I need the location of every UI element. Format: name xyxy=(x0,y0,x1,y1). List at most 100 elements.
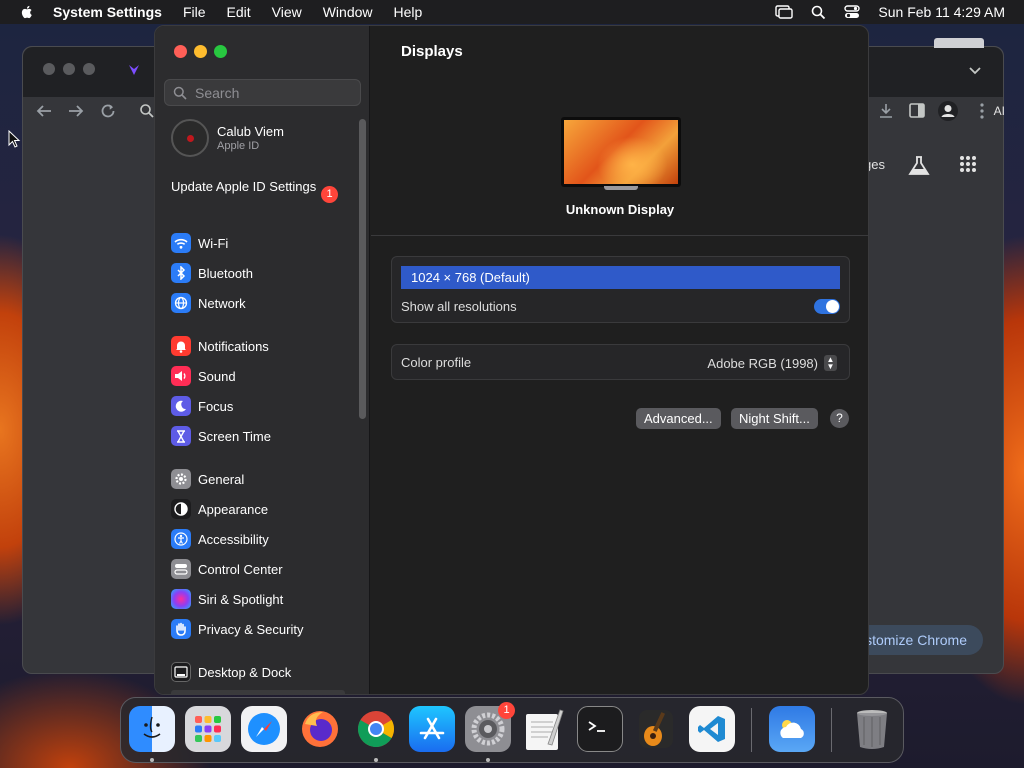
side-panel-icon[interactable] xyxy=(909,103,925,118)
sidebar-item-siri-spotlight[interactable]: Siri & Spotlight xyxy=(171,588,283,610)
update-apple-id-item[interactable]: Update Apple ID Settings xyxy=(171,179,341,195)
firefox-icon[interactable] xyxy=(297,706,343,752)
sidebar-item-label: Privacy & Security xyxy=(198,621,304,637)
popup-stepper-icon: ▲ ▼ xyxy=(824,355,837,371)
search-placeholder: Search xyxy=(195,84,240,101)
zoom-button[interactable] xyxy=(214,45,227,58)
sidebar-item-privacy-security[interactable]: Privacy & Security xyxy=(171,618,303,640)
apple-icon[interactable] xyxy=(19,4,35,20)
color-profile-value: Adobe RGB (1998) xyxy=(707,355,818,371)
profile-avatar-icon[interactable] xyxy=(937,100,959,122)
finder-icon[interactable] xyxy=(129,706,175,752)
control-center-icon[interactable] xyxy=(844,5,861,19)
apple-id-profile[interactable]: Calub Viem Apple ID xyxy=(171,119,284,157)
sidebar-item-label: Notifications xyxy=(198,338,269,354)
color-profile-group: Color profile Adobe RGB (1998) ▲ ▼ xyxy=(391,344,850,380)
speaker-icon xyxy=(171,366,191,386)
advanced-button[interactable]: Advanced... xyxy=(636,408,721,429)
screen-mirroring-icon[interactable] xyxy=(775,5,794,19)
sidebar-item-label: Sound xyxy=(198,368,236,384)
page-title: Displays xyxy=(401,43,463,60)
tab-favicon-icon xyxy=(129,65,139,75)
weather-icon[interactable] xyxy=(769,706,815,752)
sidebar-search-input[interactable]: Search xyxy=(164,79,361,106)
settings-sidebar: Search Calub Viem Apple ID Update Apple … xyxy=(155,26,370,694)
night-shift-button[interactable]: Night Shift... xyxy=(731,408,818,429)
menu-view[interactable]: View xyxy=(272,4,302,20)
hand-icon xyxy=(171,619,191,639)
app-store-icon[interactable] xyxy=(409,706,455,752)
menu-datetime[interactable]: Sun Feb 11 4:29 AM xyxy=(878,4,1005,20)
search-icon xyxy=(173,86,187,100)
forward-arrow-icon[interactable] xyxy=(67,103,85,119)
textedit-icon[interactable] xyxy=(521,706,567,752)
spotlight-search-icon[interactable] xyxy=(811,5,826,20)
google-apps-icon[interactable] xyxy=(959,155,977,173)
sidebar-item-wifi[interactable]: Wi-Fi xyxy=(171,232,228,254)
dock-divider-2 xyxy=(831,708,832,752)
safari-icon[interactable] xyxy=(241,706,287,752)
sidebar-item-accessibility[interactable]: Accessibility xyxy=(171,528,269,550)
sidebar-item-partial xyxy=(171,690,345,694)
display-thumbnail[interactable] xyxy=(561,117,681,187)
chrome-running-dot xyxy=(374,758,378,762)
menu-window[interactable]: Window xyxy=(323,4,373,20)
sidebar-scrollbar[interactable] xyxy=(359,119,366,419)
sidebar-item-notifications[interactable]: Notifications xyxy=(171,335,269,357)
sidebar-item-sound[interactable]: Sound xyxy=(171,365,236,387)
sidebar-item-label: Network xyxy=(198,295,246,311)
minimize-button[interactable] xyxy=(194,45,207,58)
show-all-resolutions-toggle[interactable] xyxy=(814,299,840,314)
garageband-icon[interactable] xyxy=(633,706,679,752)
chrome-zoom-button[interactable] xyxy=(83,63,95,75)
sidebar-item-label: Bluetooth xyxy=(198,265,253,281)
bell-icon xyxy=(171,336,191,356)
chrome-minimize-button[interactable] xyxy=(63,63,75,75)
terminal-icon[interactable] xyxy=(577,706,623,752)
divider xyxy=(371,235,868,236)
tab-search-chevron-icon[interactable] xyxy=(969,67,981,75)
chrome-titlebar-edge xyxy=(934,38,984,48)
back-arrow-icon[interactable] xyxy=(35,103,53,119)
gear-icon xyxy=(171,469,191,489)
sidebar-item-screen-time[interactable]: Screen Time xyxy=(171,425,271,447)
sidebar-item-label: General xyxy=(198,471,245,487)
launchpad-icon[interactable] xyxy=(185,706,231,752)
reload-icon[interactable] xyxy=(99,102,117,120)
chrome-close-button[interactable] xyxy=(43,63,55,75)
sidebar-item-label: Wi-Fi xyxy=(198,235,229,251)
settings-running-dot xyxy=(486,758,490,762)
sidebar-item-network[interactable]: Network xyxy=(171,292,246,314)
resolution-option-selected[interactable]: 1024 × 768 (Default) xyxy=(401,266,840,289)
chrome-app-icon[interactable] xyxy=(353,706,399,752)
menu-app-name[interactable]: System Settings xyxy=(53,4,162,20)
resolution-group: 1024 × 768 (Default) Show all resolution… xyxy=(391,256,850,323)
menu-file[interactable]: File xyxy=(183,4,206,20)
vscode-icon[interactable] xyxy=(689,706,735,752)
sidebar-item-appearance[interactable]: Appearance xyxy=(171,498,268,520)
avatar xyxy=(171,119,209,157)
hourglass-icon xyxy=(171,426,191,446)
display-name: Unknown Display xyxy=(565,202,675,217)
update-badge: 1 xyxy=(321,186,338,203)
labs-flask-icon[interactable] xyxy=(907,155,931,177)
displays-pane: Displays Unknown Display 1024 × 768 (Def… xyxy=(371,26,868,694)
sidebar-item-focus[interactable]: Focus xyxy=(171,395,233,417)
trash-icon[interactable] xyxy=(849,706,895,752)
globe-icon xyxy=(171,293,191,313)
dock-icon xyxy=(171,662,191,682)
chrome-menu-icon[interactable] xyxy=(980,103,984,119)
menu-edit[interactable]: Edit xyxy=(227,4,251,20)
help-button[interactable]: ? xyxy=(830,409,849,428)
sidebar-item-desktop-dock[interactable]: Desktop & Dock xyxy=(171,661,291,683)
sidebar-item-general[interactable]: General xyxy=(171,468,244,490)
dock: 1 xyxy=(120,697,904,763)
moon-icon xyxy=(171,396,191,416)
close-button[interactable] xyxy=(174,45,187,58)
sidebar-item-bluetooth[interactable]: Bluetooth xyxy=(171,262,253,284)
omnibox-search-icon[interactable] xyxy=(139,103,155,119)
sidebar-item-control-center[interactable]: Control Center xyxy=(171,558,283,580)
color-profile-popup[interactable]: Adobe RGB (1998) ▲ ▼ xyxy=(707,355,837,371)
download-icon[interactable] xyxy=(877,102,895,120)
menu-help[interactable]: Help xyxy=(394,4,423,20)
